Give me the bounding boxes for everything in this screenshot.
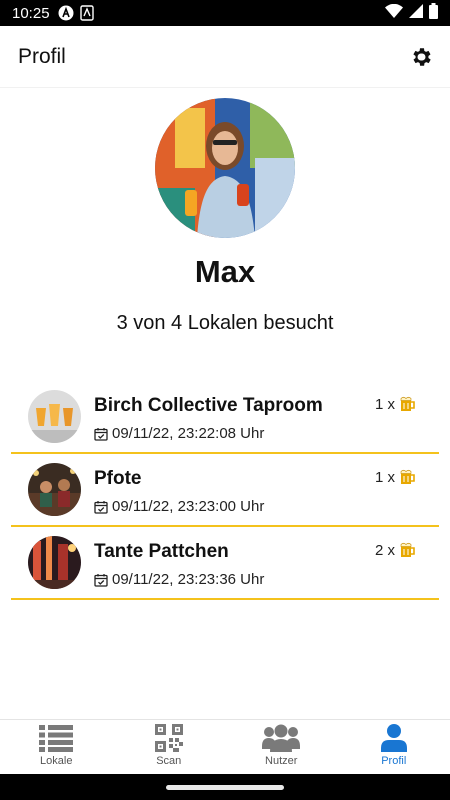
app-notification-icon	[58, 5, 74, 21]
profile-name: Max	[194, 254, 256, 289]
calendar-check-icon	[94, 573, 108, 587]
visit-count-text: 1 x	[374, 395, 395, 413]
nav-item-profil[interactable]: Profil	[338, 720, 450, 775]
visit-row[interactable]: Pfote 09/11/22, 23:23:00 Uhr 1 x	[11, 454, 439, 527]
page-title: Profil	[18, 44, 66, 68]
beer-mug-icon	[400, 542, 415, 557]
visit-date: 09/11/22, 23:22:08 Uhr	[94, 425, 264, 442]
home-gesture-handle[interactable]	[166, 784, 284, 790]
visit-date-text: 09/11/22, 23:23:36 Uhr	[112, 571, 265, 588]
beer-mug-icon	[400, 396, 415, 411]
nav-item-nutzer[interactable]: Nutzer	[225, 720, 338, 775]
beer-mug-icon	[400, 469, 415, 484]
nav-label-profil: Profil	[381, 755, 407, 767]
signal-icon	[409, 4, 423, 22]
calendar-check-icon	[94, 427, 108, 441]
venue-thumbnail	[28, 536, 81, 589]
nav-item-lokale[interactable]: Lokale	[0, 720, 113, 775]
visit-count: 1 x	[375, 468, 417, 486]
person-icon	[380, 724, 407, 752]
visit-count: 2 x	[375, 541, 417, 559]
app-bar: Profil	[0, 26, 450, 88]
settings-gear-icon[interactable]	[408, 44, 434, 70]
visit-count-text: 1 x	[374, 468, 395, 486]
visit-row[interactable]: Tante Pattchen 09/11/22, 23:23:36 Uhr 2 …	[11, 527, 439, 600]
battery-icon	[429, 3, 438, 23]
visit-count-text: 2 x	[374, 541, 395, 559]
visit-date: 09/11/22, 23:23:36 Uhr	[94, 571, 264, 588]
status-bar: 10:25	[0, 0, 450, 26]
sim-notification-icon	[79, 5, 94, 21]
profile-avatar[interactable]	[155, 98, 295, 238]
visit-date: 09/11/22, 23:23:00 Uhr	[94, 498, 264, 515]
visit-row[interactable]: Birch Collective Taproom 09/11/22, 23:22…	[11, 381, 439, 454]
venue-thumbnail	[28, 390, 81, 443]
visited-summary: 3 von 4 Lokalen besucht	[116, 312, 334, 334]
nav-item-scan[interactable]: Scan	[113, 720, 226, 775]
bottom-navigation: Lokale Scan Nutzer Profil	[0, 719, 450, 775]
calendar-check-icon	[94, 500, 108, 514]
visit-date-text: 09/11/22, 23:22:08 Uhr	[112, 425, 265, 442]
qr-code-icon	[154, 724, 183, 752]
users-icon	[262, 724, 301, 752]
list-icon	[39, 725, 74, 752]
venue-thumbnail	[28, 463, 81, 516]
visit-count: 1 x	[375, 395, 417, 413]
venue-name: Pfote	[94, 468, 142, 489]
nav-label-nutzer: Nutzer	[265, 755, 298, 767]
status-time: 10:25	[12, 4, 50, 22]
system-nav-bar	[0, 774, 450, 800]
wifi-icon	[385, 3, 403, 22]
visit-date-text: 09/11/22, 23:23:00 Uhr	[112, 498, 265, 515]
visit-list: Birch Collective Taproom 09/11/22, 23:22…	[11, 381, 439, 600]
status-indicators	[385, 3, 438, 23]
venue-name: Birch Collective Taproom	[94, 395, 323, 416]
nav-label-scan: Scan	[156, 755, 182, 767]
venue-name: Tante Pattchen	[94, 541, 229, 562]
nav-label-lokale: Lokale	[40, 755, 73, 767]
